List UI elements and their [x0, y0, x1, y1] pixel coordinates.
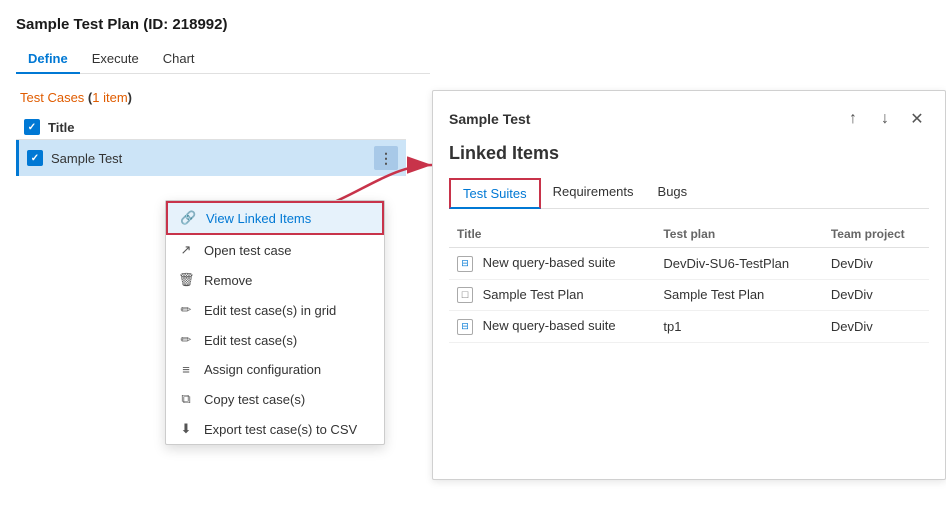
context-menu-item-view-linked[interactable]: 🔗 View Linked Items	[166, 201, 384, 235]
table-row[interactable]: ☐ Sample Test Plan Sample Test Plan DevD…	[449, 279, 929, 311]
tab-chart[interactable]: Chart	[151, 45, 207, 74]
row-title-cell: ⊟ New query-based suite	[449, 311, 655, 343]
assign-icon: ≡	[178, 362, 194, 377]
link-icon: 🔗	[180, 210, 196, 226]
context-menu-item-export[interactable]: ⬇ Export test case(s) to CSV	[166, 414, 384, 444]
row-title-cell: ⊟ New query-based suite	[449, 248, 655, 280]
context-menu-item-assign[interactable]: ≡ Assign configuration	[166, 355, 384, 384]
context-menu-item-edit-grid[interactable]: ✏ Edit test case(s) in grid	[166, 295, 384, 325]
close-button[interactable]: ✕	[905, 107, 929, 131]
right-panel-header: Sample Test ↑ ↓ ✕	[449, 107, 929, 131]
left-panel: Sample Test Plan (ID: 218992) Define Exe…	[0, 0, 430, 508]
list-item-menu-button[interactable]: ⋮	[374, 146, 398, 170]
right-panel: Sample Test ↑ ↓ ✕ Linked Items Test Suit…	[432, 90, 946, 480]
header-checkbox[interactable]: ✓	[24, 119, 40, 135]
copy-icon: ⧉	[178, 391, 194, 407]
edit-grid-icon: ✏	[178, 302, 194, 318]
linked-tabs: Test Suites Requirements Bugs	[449, 178, 929, 209]
row-testplan-cell: DevDiv-SU6-TestPlan	[655, 248, 822, 280]
linked-items-table: Title Test plan Team project ⊟ New query…	[449, 221, 929, 343]
list-header-label: Title	[48, 120, 75, 135]
tab-bar: Define Execute Chart	[16, 45, 430, 74]
query-suite-icon-2: ⊟	[457, 319, 473, 335]
context-menu-item-remove[interactable]: 🗑 Remove	[166, 265, 384, 295]
query-suite-icon: ⊟	[457, 256, 473, 272]
export-icon: ⬇	[178, 421, 194, 437]
linked-tab-bugs[interactable]: Bugs	[646, 178, 700, 209]
tab-execute[interactable]: Execute	[80, 45, 151, 74]
col-team-project: Team project	[823, 221, 929, 248]
context-menu-item-open[interactable]: ↗ Open test case	[166, 235, 384, 265]
context-menu-item-edit[interactable]: ✏ Edit test case(s)	[166, 325, 384, 355]
open-icon: ↗	[178, 242, 194, 258]
static-suite-icon: ☐	[457, 287, 473, 303]
trash-icon: 🗑	[178, 272, 194, 288]
page-title: Sample Test Plan (ID: 218992)	[16, 16, 430, 33]
row-teamproject-cell: DevDiv	[823, 311, 929, 343]
edit-icon: ✏	[178, 332, 194, 348]
row-teamproject-cell: DevDiv	[823, 279, 929, 311]
test-cases-section-title: Test Cases (1 item)	[16, 90, 430, 105]
list-item[interactable]: ✓ Sample Test ⋮	[16, 140, 406, 176]
list-header: ✓ Title	[16, 115, 406, 140]
move-up-button[interactable]: ↑	[841, 107, 865, 131]
right-panel-actions: ↑ ↓ ✕	[841, 107, 929, 131]
table-row[interactable]: ⊟ New query-based suite tp1 DevDiv	[449, 311, 929, 343]
move-down-button[interactable]: ↓	[873, 107, 897, 131]
right-panel-title: Sample Test	[449, 111, 530, 127]
linked-tab-requirements[interactable]: Requirements	[541, 178, 646, 209]
col-test-plan: Test plan	[655, 221, 822, 248]
context-menu-item-copy[interactable]: ⧉ Copy test case(s)	[166, 384, 384, 414]
col-title: Title	[449, 221, 655, 248]
item-checkbox[interactable]: ✓	[27, 150, 43, 166]
linked-tab-test-suites[interactable]: Test Suites	[449, 178, 541, 209]
context-menu: 🔗 View Linked Items ↗ Open test case 🗑 R…	[165, 200, 385, 445]
row-teamproject-cell: DevDiv	[823, 248, 929, 280]
tab-define[interactable]: Define	[16, 45, 80, 74]
row-title-cell: ☐ Sample Test Plan	[449, 279, 655, 311]
test-list: ✓ Title ✓ Sample Test ⋮	[16, 115, 406, 176]
list-item-text: Sample Test	[51, 151, 374, 166]
linked-items-title: Linked Items	[449, 143, 929, 164]
row-testplan-cell: Sample Test Plan	[655, 279, 822, 311]
row-testplan-cell: tp1	[655, 311, 822, 343]
table-row[interactable]: ⊟ New query-based suite DevDiv-SU6-TestP…	[449, 248, 929, 280]
